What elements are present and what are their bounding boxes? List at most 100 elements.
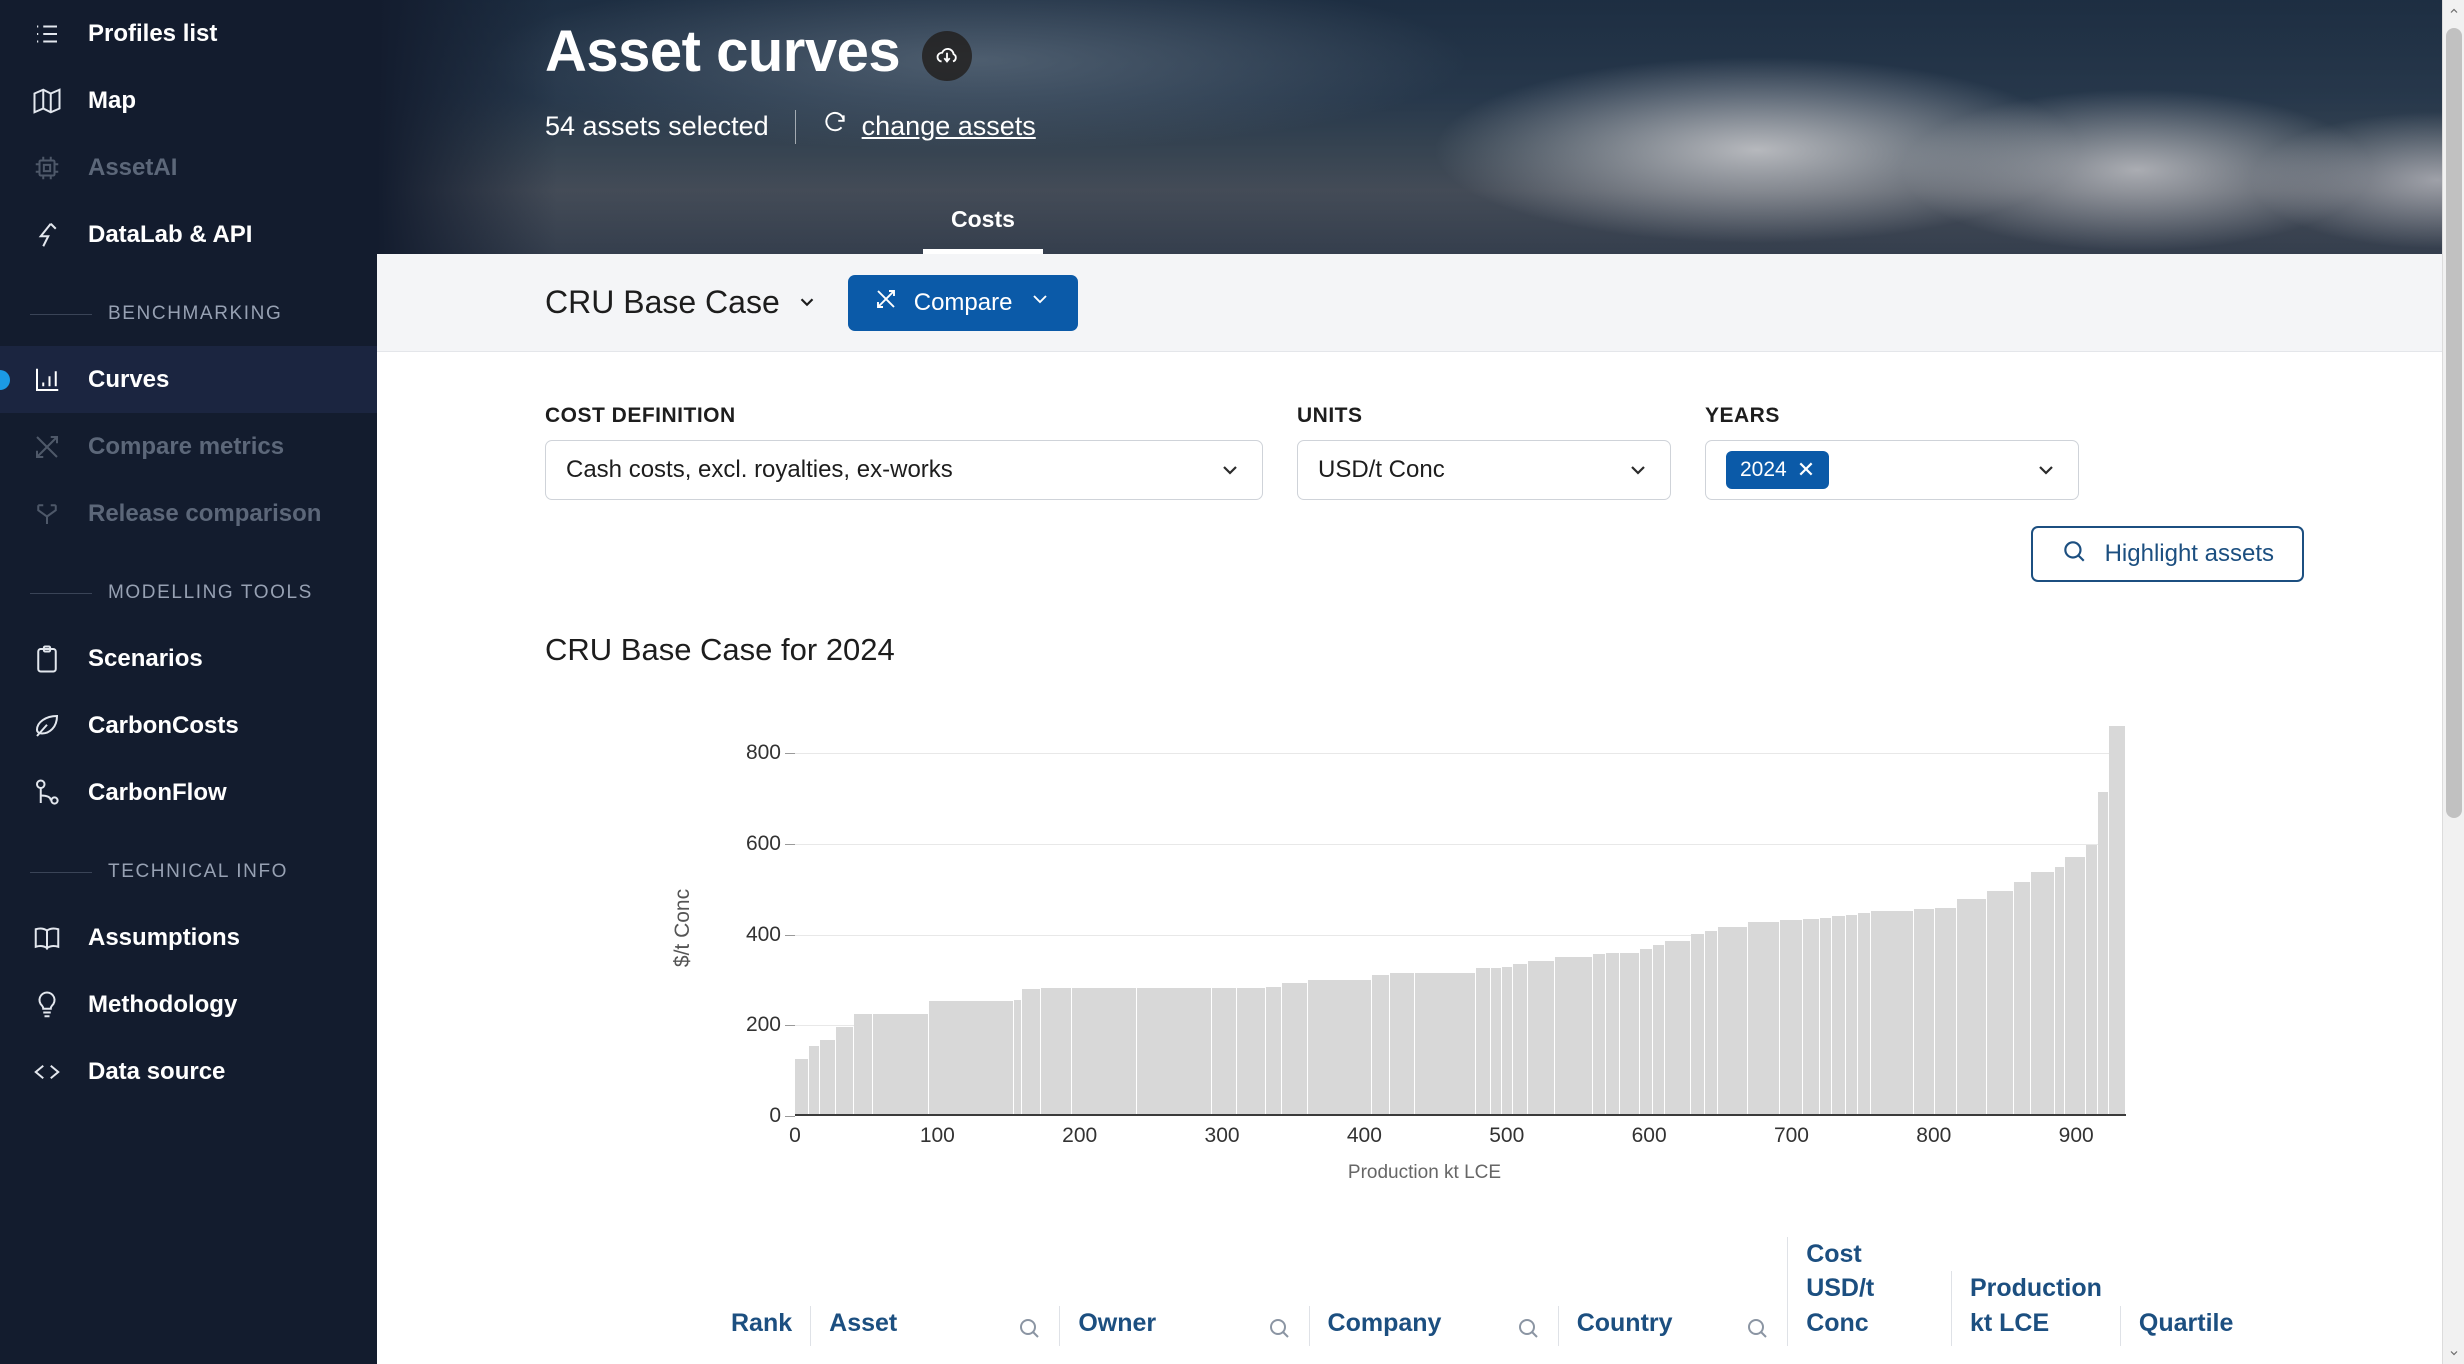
year-chip-2024[interactable]: 2024 ✕ [1726,451,1830,489]
chart-bar[interactable] [1605,953,1620,1114]
years-select[interactable]: 2024 ✕ [1705,440,2079,500]
x-axis-tick: 500 [1489,1124,1525,1147]
chart-bar[interactable] [1747,922,1781,1114]
search-icon[interactable] [1745,1316,1769,1340]
chart-bar[interactable] [873,1013,930,1114]
sidebar-item-compare-metrics[interactable]: Compare metrics [0,413,377,480]
chart-bar[interactable] [1211,988,1238,1114]
highlight-assets-button[interactable]: Highlight assets [2030,526,2304,582]
chart-bar[interactable] [1014,999,1023,1114]
chart-bar[interactable] [1266,986,1283,1114]
chart-bar[interactable] [808,1046,821,1114]
chart-bar[interactable] [853,1014,874,1114]
chart-bar[interactable] [1282,982,1308,1114]
divider [30,313,92,315]
chart-bar[interactable] [2098,791,2109,1114]
chart-bar[interactable] [1237,988,1267,1114]
chart-bar[interactable] [1871,910,1915,1114]
chart-bar[interactable] [1704,930,1718,1114]
chart-bar[interactable] [1476,968,1492,1114]
chart-bar[interactable] [2085,844,2099,1114]
sidebar-item-map[interactable]: Map [0,67,377,134]
table-column-header-cost[interactable]: Cost USD/t Conc [1787,1236,1951,1346]
chart-bar[interactable] [2064,856,2086,1114]
chevron-up-icon[interactable] [2443,0,2464,22]
chart-bar[interactable] [1022,988,1041,1114]
chart-bar[interactable] [1501,966,1514,1114]
chart-bar[interactable] [1987,890,2015,1114]
chart-bar[interactable] [1935,907,1958,1114]
table-column-header-asset[interactable]: Asset [810,1305,1059,1346]
download-cloud-icon[interactable] [922,30,973,81]
chart-bar[interactable] [1593,953,1606,1114]
chart-bar[interactable] [1957,899,1988,1114]
chart-bar[interactable] [1040,988,1073,1114]
sidebar-item-carboncosts[interactable]: CarbonCosts [0,692,377,759]
chart-bar[interactable] [1780,919,1804,1114]
tab-costs[interactable]: Costs [923,206,1043,254]
chart-bar[interactable] [1803,918,1820,1114]
search-icon[interactable] [1516,1316,1540,1340]
chart-bar[interactable] [1619,952,1641,1114]
sidebar-item-profiles-list[interactable]: Profiles list [0,0,377,67]
chart-bar[interactable] [1414,973,1477,1114]
chart-bar[interactable] [1664,941,1692,1114]
chart-bar[interactable] [795,1058,809,1114]
chart-bar[interactable] [1832,915,1847,1114]
table-column-header-company[interactable]: Company [1308,1305,1558,1346]
chart-bar[interactable] [1691,934,1705,1114]
cost-definition-value: Cash costs, excl. royalties, ex-works [566,456,953,483]
chart-bar[interactable] [2014,882,2032,1114]
chart-bar[interactable] [1857,913,1872,1114]
chart-bar[interactable] [2108,725,2126,1114]
table-column-header-production[interactable]: Production kt LCE [1950,1271,2120,1346]
table-column-header-owner[interactable]: Owner [1059,1305,1308,1346]
table-column-header-country[interactable]: Country [1557,1305,1787,1346]
close-icon[interactable]: ✕ [1797,459,1815,481]
sidebar-item-methodology[interactable]: Methodology [0,971,377,1038]
chart-bar[interactable] [1914,909,1936,1114]
sidebar-item-data-source[interactable]: Data source [0,1038,377,1105]
sidebar-item-release-comparison[interactable]: Release comparison [0,480,377,547]
chart-bar[interactable] [1717,927,1748,1114]
chevron-down-icon[interactable] [2443,1342,2464,1364]
chart-bar[interactable] [1819,918,1833,1114]
sidebar-item-datalab-api[interactable]: DataLab & API [0,201,377,268]
chart-bar[interactable] [1554,957,1594,1114]
vertical-scrollbar[interactable] [2442,0,2464,1364]
search-icon[interactable] [1267,1316,1291,1340]
chart-bar[interactable] [1491,968,1502,1114]
chart-bar[interactable] [1846,915,1858,1114]
chart-bar[interactable] [836,1026,854,1114]
case-selector-dropdown[interactable]: CRU Base Case [545,284,818,321]
chart-bar[interactable] [1513,963,1529,1114]
scrollbar-thumb[interactable] [2446,28,2462,818]
table-column-header-quartile[interactable]: Quartile [2119,1305,2264,1346]
chart-bar[interactable] [1307,979,1372,1114]
table-column-header-rank[interactable]: Rank [713,1306,810,1347]
chart-bar[interactable] [1072,988,1138,1114]
sidebar-item-curves[interactable]: Curves [0,346,377,413]
sidebar-item-assumptions[interactable]: Assumptions [0,904,377,971]
chart-bar[interactable] [1528,961,1555,1114]
units-select[interactable]: USD/t Conc [1297,440,1671,500]
chart-bar[interactable] [1371,974,1391,1114]
case-selector-label: CRU Base Case [545,284,780,320]
chart-bar[interactable] [1640,949,1653,1114]
chart-bar[interactable] [2031,872,2055,1114]
change-assets-link[interactable]: change assets [822,110,1036,143]
cost-curve-chart[interactable]: $/t Conc 0 200 400 600 800 0 100 200 300 400 500 6… [545,700,2304,1183]
search-icon[interactable] [1017,1316,1041,1340]
chart-bar[interactable] [1390,973,1415,1114]
sidebar-item-assetai[interactable]: AssetAI [0,134,377,201]
chart-bar[interactable] [2054,866,2065,1114]
chart-bar[interactable] [1653,945,1665,1114]
chart-bar[interactable] [1137,988,1212,1114]
sidebar-item-scenarios[interactable]: Scenarios [0,625,377,692]
sidebar-item-label: Profiles list [88,19,218,47]
compare-button[interactable]: Compare [847,274,1079,331]
cost-definition-select[interactable]: Cash costs, excl. royalties, ex-works [545,440,1263,500]
chart-bar[interactable] [929,1001,1015,1114]
chart-bar[interactable] [820,1040,837,1114]
sidebar-item-carbonflow[interactable]: CarbonFlow [0,759,377,826]
